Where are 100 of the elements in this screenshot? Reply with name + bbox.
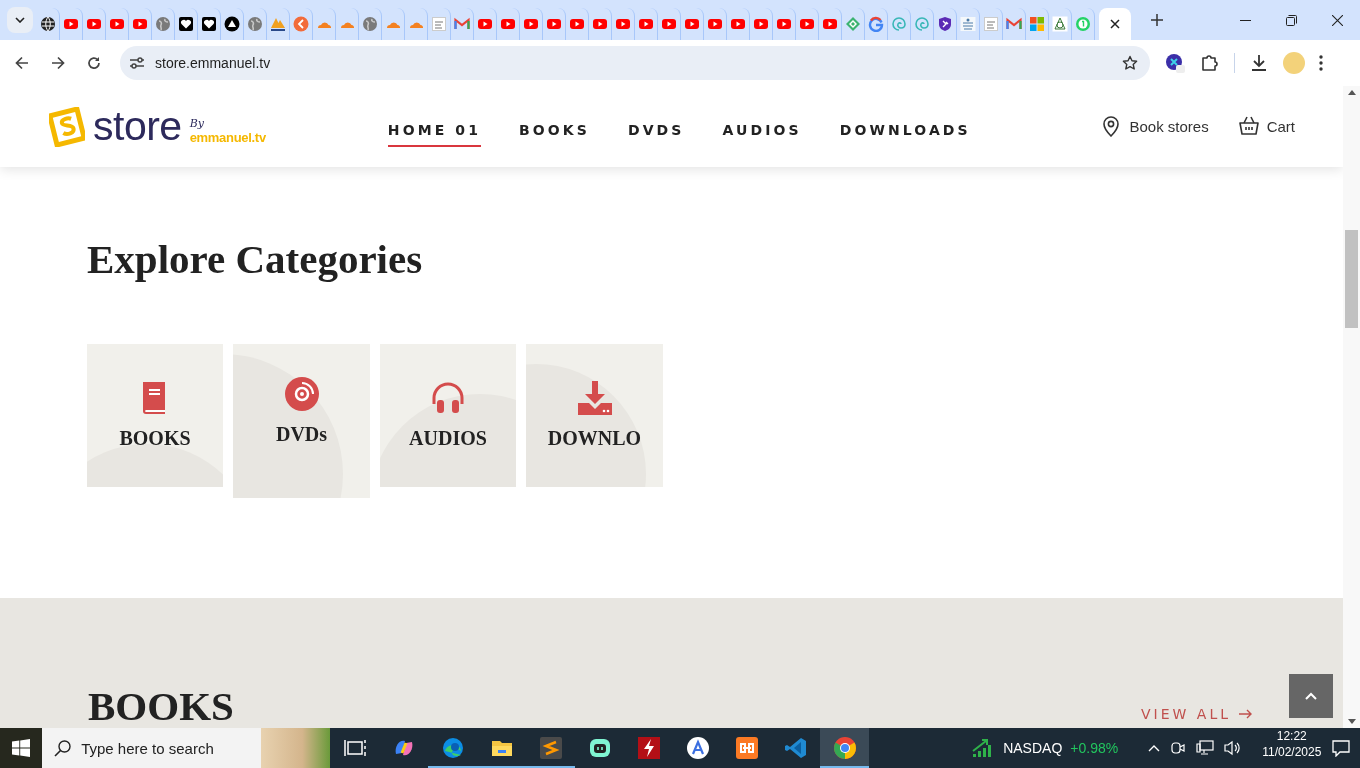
start-button[interactable] [0, 728, 43, 768]
globe-icon [40, 16, 56, 32]
tab-search-button[interactable] [7, 7, 33, 33]
restore-icon [1285, 14, 1297, 26]
play-icon [569, 16, 585, 32]
chevron-down-icon [15, 17, 25, 23]
store-link[interactable]: Book stores [1129, 118, 1209, 135]
view-all-link[interactable]: VIEW ALL [1140, 706, 1253, 722]
globe-icon [362, 16, 378, 32]
play-icon [730, 16, 746, 32]
nav-link[interactable]: DVDS [627, 115, 685, 147]
play-icon [86, 16, 102, 32]
clock-date[interactable]: 11/02/2025 [1262, 744, 1322, 760]
ticker-change[interactable]: +0.98% [1070, 740, 1119, 756]
section-heading: Explore Categories [87, 235, 424, 284]
speaker-icon[interactable] [1224, 740, 1243, 756]
play-icon [799, 16, 815, 32]
logo-mark-icon [49, 107, 85, 147]
play-icon [822, 16, 838, 32]
knot-icon [734, 736, 759, 760]
close-icon [1331, 14, 1343, 26]
document-icon [983, 16, 999, 32]
play-icon [546, 16, 562, 32]
close-icon[interactable] [1110, 19, 1120, 29]
scroll-up-icon [1347, 90, 1356, 95]
document-icon [431, 16, 447, 32]
mail-icon [1006, 16, 1022, 32]
logo-brand: emmanuel.tv [189, 130, 266, 145]
play-icon [707, 16, 723, 32]
diamond-icon [845, 16, 861, 32]
spiral-icon [914, 16, 930, 32]
seal-icon [1052, 16, 1068, 32]
windows-logo-icon[interactable] [12, 739, 31, 757]
meeting-icon[interactable] [1170, 740, 1187, 756]
category-card[interactable]: BOOKS [87, 344, 223, 487]
play-icon [63, 16, 79, 32]
logo-icon [960, 16, 976, 32]
chat-bubble-icon [1331, 739, 1350, 757]
globe-icon [155, 16, 171, 32]
four-squares-icon [1029, 16, 1045, 32]
search-icon [54, 739, 72, 757]
pyramid-icon [270, 16, 286, 32]
network-icon[interactable] [1196, 740, 1215, 756]
reload-icon [87, 56, 101, 70]
nav-link[interactable]: BOOKS [519, 115, 590, 147]
chat-bubble-icon [1075, 16, 1091, 32]
mail-icon [454, 16, 470, 32]
play-icon [661, 16, 677, 32]
play-icon [523, 16, 539, 32]
play-icon [109, 16, 125, 32]
chevron-up-icon [1305, 692, 1317, 700]
scrollbar[interactable] [1343, 86, 1360, 728]
logo-byline: By [189, 117, 205, 130]
category-card[interactable]: DVDs [233, 344, 370, 498]
cart-link[interactable]: Cart [1266, 118, 1295, 135]
address-bar[interactable]: store.emmanuel.tv [120, 46, 1150, 80]
location-pin-icon[interactable] [1101, 116, 1122, 137]
g-icon [868, 16, 884, 32]
taskbar-search-field[interactable]: Type here to search [42, 728, 331, 768]
heart-icon [178, 16, 194, 32]
play-icon [615, 16, 631, 32]
search-highlight-picture [261, 728, 331, 768]
scrollbar-thumb[interactable] [1345, 230, 1358, 328]
nav-link[interactable]: HOME 01 [387, 115, 481, 147]
wave-icon [440, 736, 465, 760]
download-icon [576, 380, 613, 416]
more-menu-icon[interactable] [1319, 55, 1323, 71]
heart-icon [201, 16, 217, 32]
download-icon[interactable] [1249, 53, 1269, 73]
puzzle-icon[interactable] [1200, 53, 1220, 73]
arrow-right-icon [1239, 709, 1253, 719]
extension-circle-icon[interactable] [1164, 52, 1186, 74]
play-icon [500, 16, 516, 32]
category-card[interactable]: DOWNLO [526, 344, 663, 487]
nav-link[interactable]: AUDIOS [722, 115, 802, 147]
logo-text: store [93, 106, 182, 147]
play-icon [592, 16, 608, 32]
scroll-down-icon [1347, 719, 1356, 724]
ticker-name[interactable]: NASDAQ [1003, 740, 1063, 756]
disc-icon [283, 376, 320, 412]
minimize-icon [1239, 19, 1251, 21]
site-settings-icon[interactable] [129, 55, 145, 71]
star-icon[interactable] [1122, 55, 1138, 71]
play-icon [132, 16, 148, 32]
nav-link[interactable]: DOWNLOADS [839, 115, 971, 147]
globe-icon [247, 16, 263, 32]
search-input[interactable]: Type here to search [81, 739, 252, 757]
category-card[interactable]: AUDIOS [380, 344, 516, 487]
basket-icon[interactable] [1238, 116, 1259, 137]
shield-icon [937, 16, 953, 32]
clock-time[interactable]: 12:22 [1276, 728, 1307, 744]
browser-icon [832, 736, 857, 760]
play-icon [776, 16, 792, 32]
play-icon [753, 16, 769, 32]
code-editor-icon [783, 736, 808, 760]
headphones-icon [430, 380, 466, 416]
robot-icon [587, 736, 612, 760]
section-heading: BOOKS [88, 686, 234, 726]
plus-icon [1151, 14, 1163, 26]
chevron-up-icon[interactable] [1148, 744, 1161, 752]
